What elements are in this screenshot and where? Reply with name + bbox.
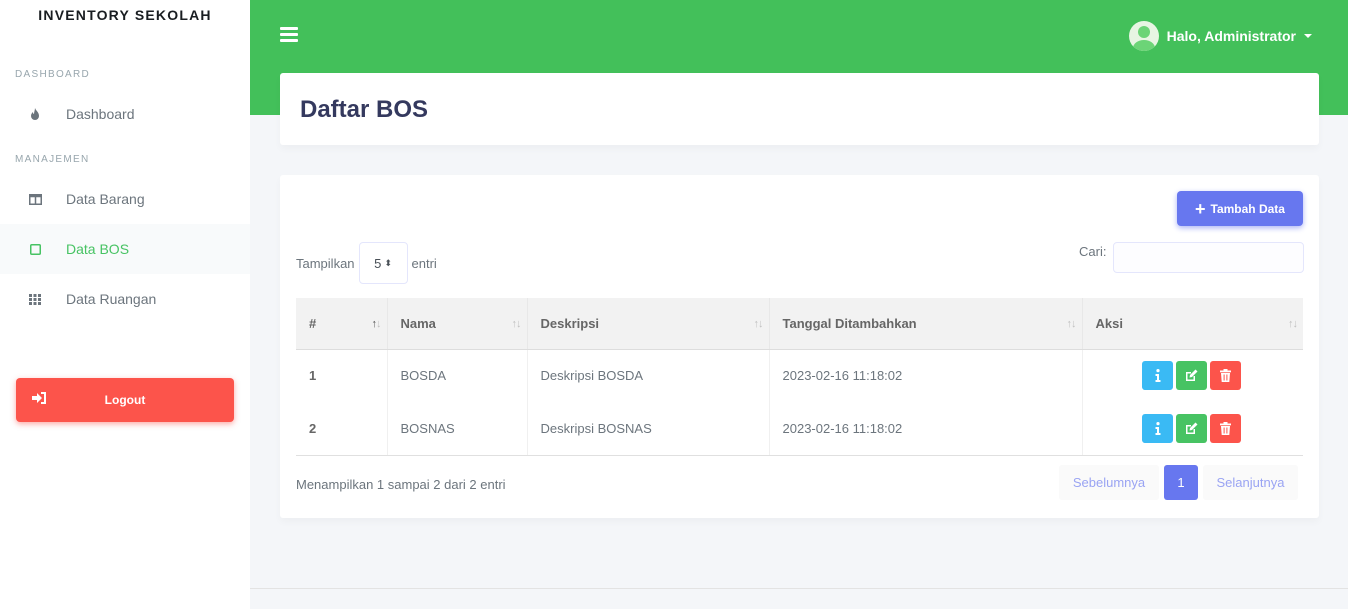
data-card: + Tambah Data Tampilkan 5 ⬍ entri Cari: … [280,175,1319,518]
columns-icon [26,193,44,205]
delete-button[interactable] [1210,361,1242,391]
sidebar-item-data-bos[interactable]: Data BOS [0,224,250,274]
menu-toggle-icon[interactable] [280,27,298,43]
brand-title[interactable]: INVENTORY SEKOLAH [0,0,250,30]
section-header: Daftar BOS [280,73,1319,145]
cell-tanggal: 2023-02-16 11:18:02 [769,402,1083,456]
edit-button[interactable] [1176,361,1208,391]
info-icon [1155,369,1161,383]
cell-number: 2 [296,402,388,456]
sidebar-item-data-barang[interactable]: Data Barang [0,174,250,224]
add-data-button[interactable]: + Tambah Data [1177,191,1303,226]
search-label: Cari: [1079,244,1107,259]
sidebar-item-dashboard[interactable]: Dashboard [0,89,250,139]
sidebar: INVENTORY SEKOLAH DASHBOARD Dashboard MA… [0,0,250,609]
table-info: Menampilkan 1 sampai 2 dari 2 entri [296,477,506,492]
sidebar-item-label: Data Barang [66,191,145,207]
menu-header-dashboard: DASHBOARD [15,69,91,80]
sort-icon: ↑↓ [1066,318,1077,330]
sort-icon: ↑↓ [511,318,522,330]
detail-button[interactable] [1142,361,1174,391]
cell-deskripsi: Deskripsi BOSNAS [527,402,770,456]
pagination-previous[interactable]: Sebelumnya [1059,465,1159,500]
edit-icon [1186,422,1198,434]
square-icon [26,243,44,255]
sidebar-item-data-ruangan[interactable]: Data Ruangan [0,274,250,324]
entries-select-value: 5 [374,255,382,271]
sort-icon: ↑↓ [1288,318,1298,330]
search-input[interactable] [1113,242,1305,273]
cell-deskripsi: Deskripsi BOSDA [527,349,770,402]
search-control: Cari: [1079,242,1305,273]
column-header-tanggal[interactable]: Tanggal Ditambahkan ↑↓ [769,298,1083,350]
column-header-number[interactable]: # ↑↓ [296,298,388,350]
cell-aksi [1082,402,1303,456]
info-icon [1155,421,1161,435]
user-dropdown[interactable]: Halo, Administrator [1128,21,1312,51]
user-greeting: Halo, Administrator [1166,28,1296,44]
edit-button[interactable] [1176,413,1208,443]
sort-icon: ↑↓ [753,318,764,330]
cell-aksi [1082,349,1303,402]
chevron-down-icon [1304,34,1312,38]
detail-button[interactable] [1142,413,1174,443]
column-header-aksi[interactable]: Aksi ↑↓ [1082,298,1303,350]
plus-icon: + [1195,198,1206,219]
data-table: # ↑↓ Nama ↑↓ Deskripsi ↑↓ Tanggal Ditambahk… [296,298,1303,456]
footer-divider [250,588,1348,589]
column-header-nama[interactable]: Nama ↑↓ [387,298,528,350]
trash-icon [1220,421,1232,435]
cell-number: 1 [296,349,388,402]
table-row: 1 BOSDA Deskripsi BOSDA 2023-02-16 11:18… [296,349,1303,402]
sidebar-item-label: Dashboard [66,106,135,122]
add-data-label: Tambah Data [1210,201,1285,216]
pagination: Sebelumnya 1 Selanjutnya [1059,465,1298,500]
grid-icon [26,293,44,305]
sidebar-item-label: Data BOS [66,241,130,257]
cell-nama: BOSDA [387,349,528,402]
sort-arrows-icon: ⬍ [384,257,392,268]
menu-header-manajemen: MANAJEMEN [15,154,90,165]
cell-tanggal: 2023-02-16 11:18:02 [769,349,1083,402]
column-header-deskripsi[interactable]: Deskripsi ↑↓ [527,298,770,350]
length-suffix: entri [411,255,437,271]
delete-button[interactable] [1210,413,1242,443]
entries-length-control: Tampilkan 5 ⬍ entri [296,242,437,284]
pagination-page-1[interactable]: 1 [1164,465,1198,500]
logout-label: Logout [104,393,146,407]
trash-icon [1220,369,1232,383]
length-prefix: Tampilkan [296,255,355,271]
page-title: Daftar BOS [300,96,429,123]
fire-icon [26,108,44,120]
avatar [1128,21,1159,51]
edit-icon [1186,369,1198,382]
cell-nama: BOSNAS [387,402,528,456]
pagination-next[interactable]: Selanjutnya [1203,465,1298,500]
entries-select[interactable]: 5 ⬍ [358,242,408,284]
table-row: 2 BOSNAS Deskripsi BOSNAS 2023-02-16 11:… [296,402,1303,456]
sort-icon: ↑↓ [371,318,382,330]
sign-out-icon [32,392,47,407]
logout-button[interactable]: Logout [16,378,234,422]
sidebar-item-label: Data Ruangan [66,291,157,307]
